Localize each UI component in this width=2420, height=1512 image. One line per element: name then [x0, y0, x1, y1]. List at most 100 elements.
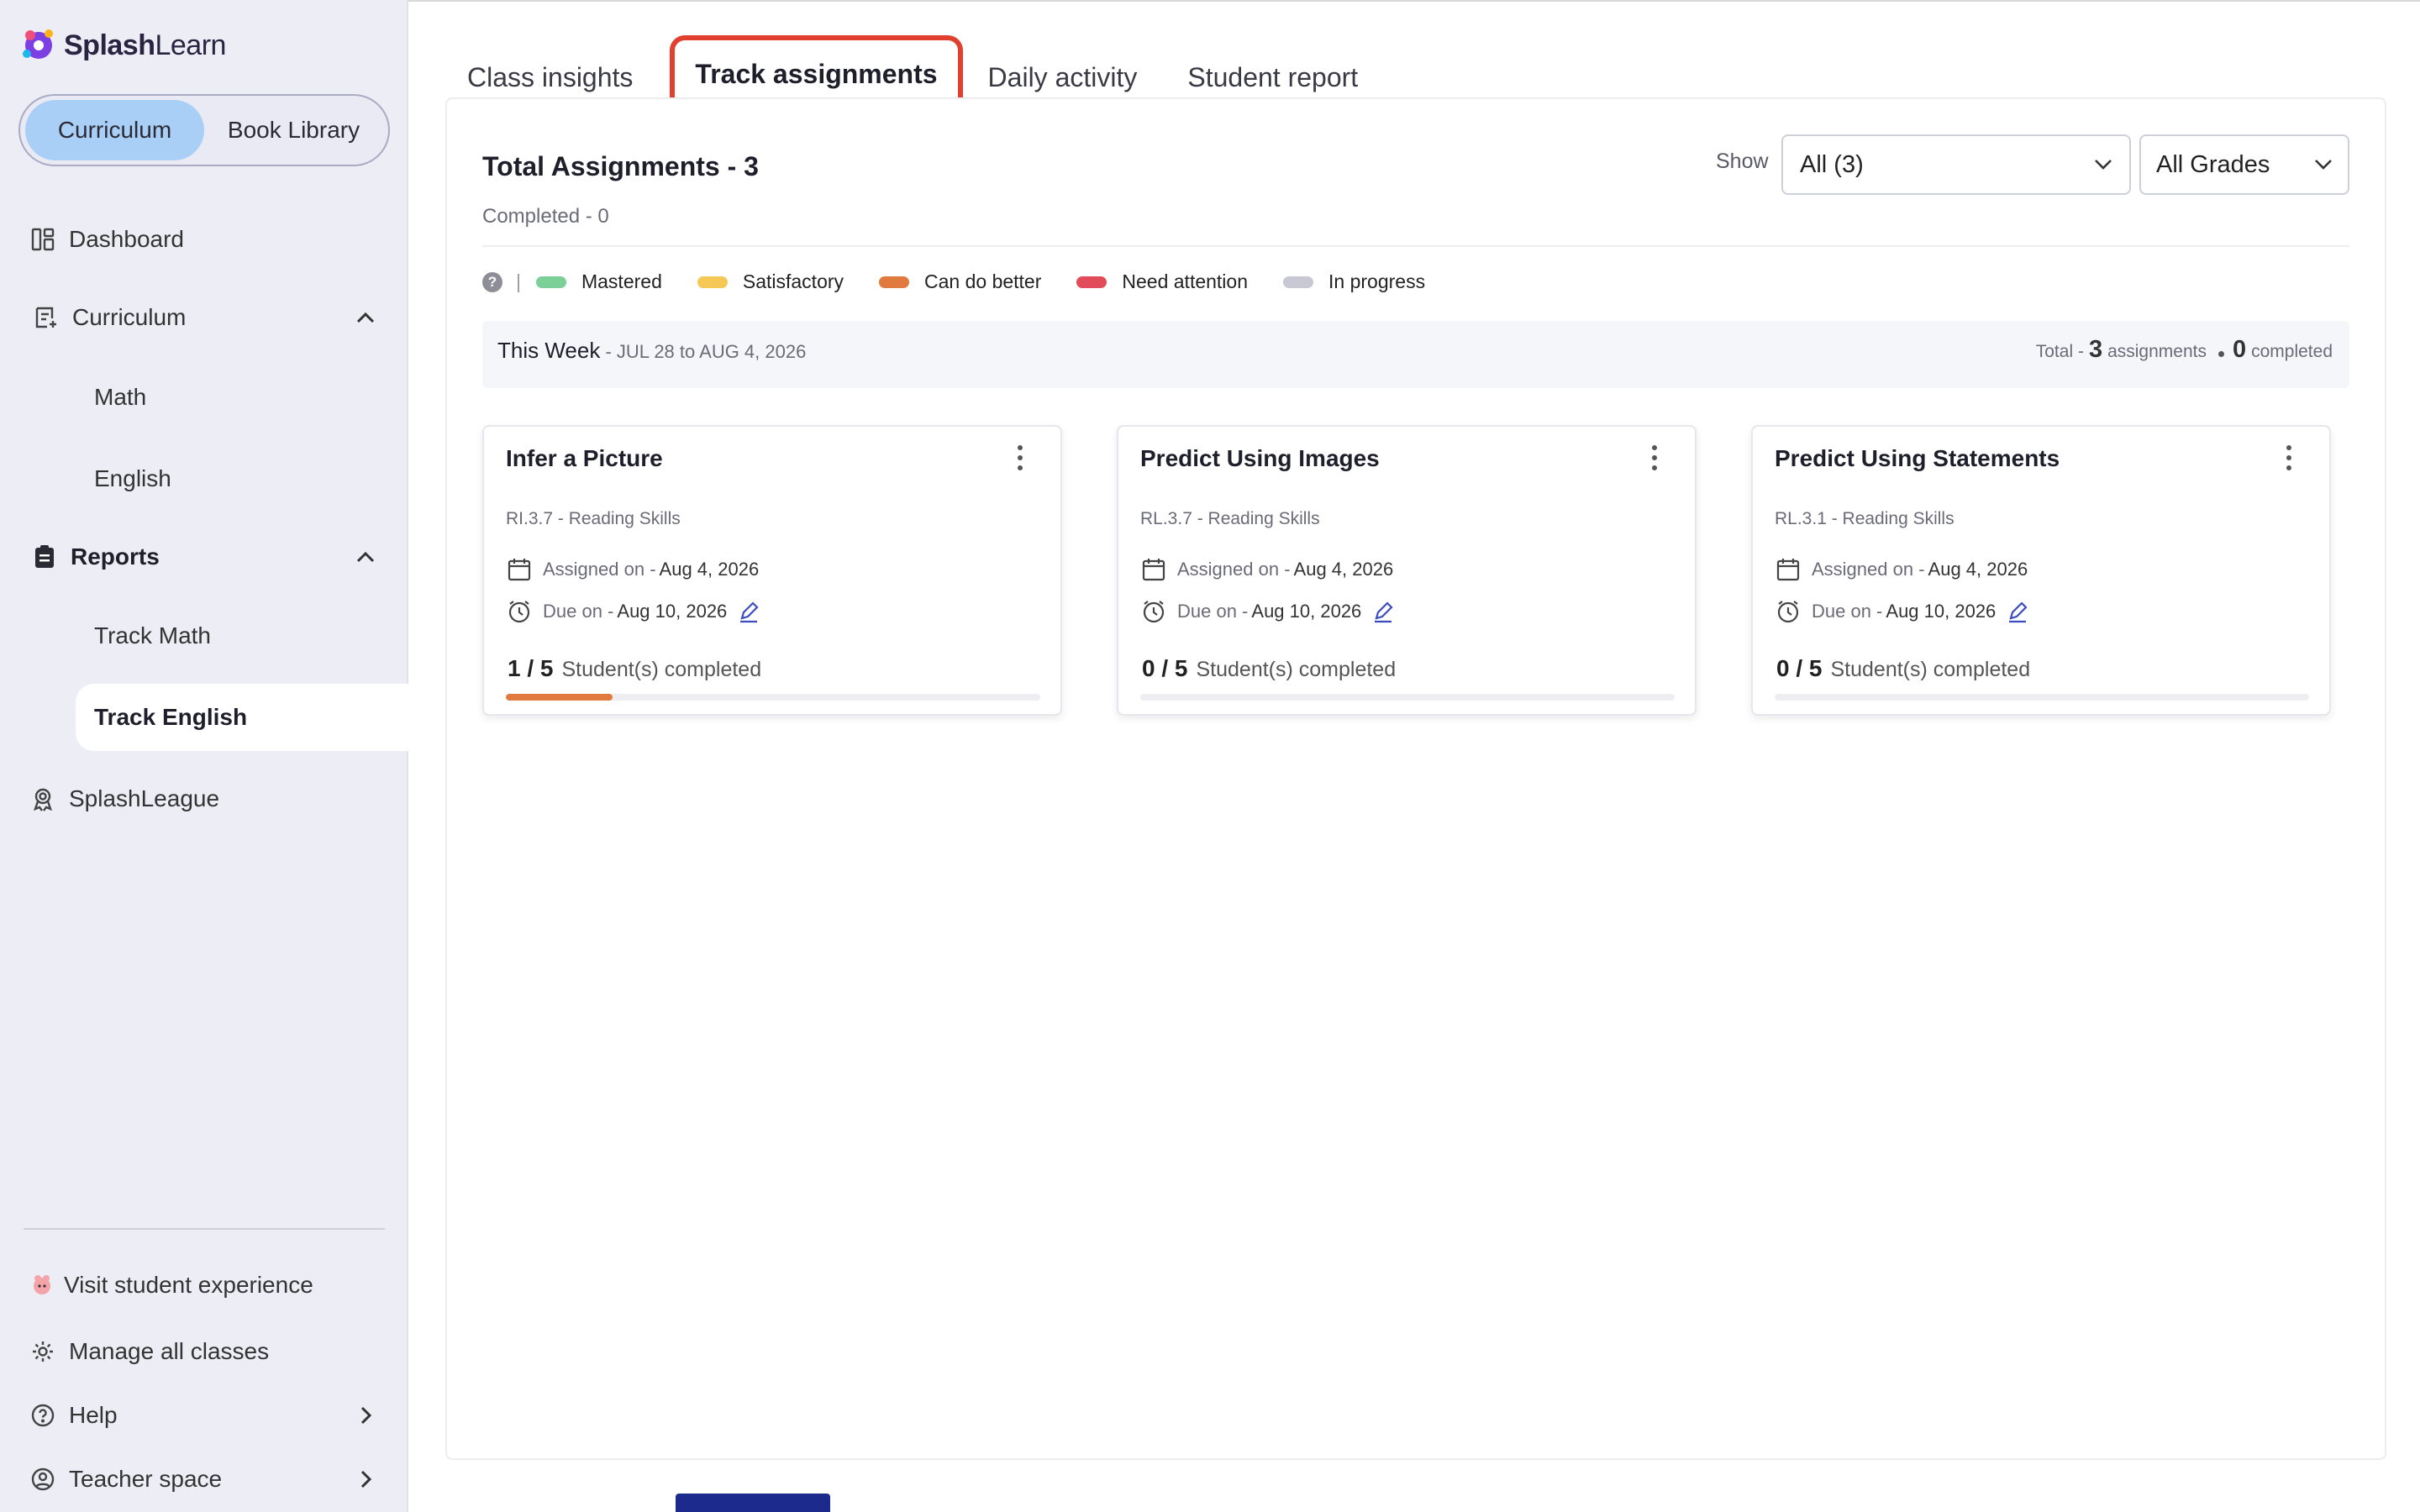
edit-pencil-icon[interactable]	[1371, 600, 1395, 623]
curriculum-toggle-button[interactable]: Curriculum	[25, 100, 204, 160]
assigned-date-row: Assigned on - Aug 4, 2026	[506, 556, 759, 583]
due-label: Due on -	[1177, 601, 1249, 622]
sidebar-item-label: Curriculum	[72, 304, 187, 330]
completion-label: Student(s) completed	[561, 658, 762, 681]
manage-all-classes-link[interactable]: Manage all classes	[29, 1331, 269, 1373]
assignment-card[interactable]: Predict Using Images RL.3.7 - Reading Sk…	[1117, 425, 1697, 716]
legend-in-progress-swatch	[1283, 276, 1314, 288]
edit-pencil-icon[interactable]	[2006, 600, 2029, 623]
completion-label: Student(s) completed	[1830, 658, 2031, 681]
alarm-clock-icon	[508, 601, 530, 623]
sidebar-item-label: Dashboard	[69, 226, 184, 252]
help-link[interactable]: Help	[29, 1394, 118, 1436]
sidebar-divider	[24, 1228, 385, 1230]
user-circle-icon	[29, 1465, 57, 1494]
due-date: Aug 10, 2026	[617, 601, 728, 622]
chevron-right-icon[interactable]	[353, 1403, 378, 1428]
completion-label: Student(s) completed	[1196, 658, 1397, 681]
completion-ratio: 0 / 5	[1142, 655, 1188, 681]
legend-can-do-better: Can do better	[924, 270, 1042, 292]
edit-pencil-icon[interactable]	[737, 600, 760, 623]
sidebar-item-english[interactable]: English	[94, 458, 171, 500]
sidebar-item-label: Reports	[71, 543, 160, 570]
chevron-down-icon	[2315, 160, 2332, 170]
due-date: Aug 10, 2026	[1886, 601, 1996, 622]
due-date: Aug 10, 2026	[1251, 601, 1362, 622]
assignment-title: Predict Using Statements	[1775, 445, 2060, 471]
legend-separator: |	[516, 270, 521, 292]
visit-student-experience-link[interactable]: Visit student experience	[30, 1264, 313, 1306]
assignment-standard: RL.3.7 - Reading Skills	[1140, 509, 1320, 528]
sidebar-item-track-english[interactable]: Track English	[76, 684, 408, 751]
assignment-title: Infer a Picture	[506, 445, 663, 471]
assigned-label: Assigned on -	[543, 559, 656, 580]
sidebar-item-label: Help	[69, 1402, 118, 1428]
assignment-card[interactable]: Predict Using Statements RL.3.1 - Readin…	[1751, 425, 2331, 716]
alarm-clock-icon	[1143, 601, 1165, 623]
teacher-space-link[interactable]: Teacher space	[29, 1458, 222, 1500]
sidebar-item-dashboard[interactable]: Dashboard	[29, 218, 184, 260]
status-filter-value: All (3)	[1800, 150, 1864, 178]
sidebar-item-reports[interactable]: Reports	[30, 536, 160, 578]
week-range: - JUL 28 to AUG 4, 2026	[600, 341, 807, 362]
sidebar-item-math[interactable]: Math	[94, 376, 146, 418]
assignment-title: Predict Using Images	[1140, 445, 1380, 471]
week-completed-count: 0	[2232, 336, 2247, 363]
help-circle-icon	[29, 1401, 57, 1430]
kidsafe-seal	[676, 1494, 830, 1512]
more-options-icon[interactable]	[1651, 445, 1658, 470]
help-icon[interactable]: ?	[482, 271, 502, 292]
tab-student-report[interactable]: Student report	[1187, 62, 1358, 93]
gear-icon	[29, 1337, 57, 1366]
tab-class-insights[interactable]: Class insights	[467, 62, 633, 93]
separator-dot	[2217, 351, 2224, 357]
assigned-date: Aug 4, 2026	[659, 559, 760, 580]
total-assignments-title: Total Assignments - 3	[482, 151, 759, 181]
completion-progress-bar	[1775, 694, 2309, 701]
completion-progress-bar	[506, 694, 1040, 701]
completion-count: 0 / 5 Student(s) completed	[1142, 655, 1396, 682]
alarm-clock-icon	[1777, 601, 1799, 623]
sidebar-item-label: Manage all classes	[69, 1338, 270, 1364]
sidebar-item-curriculum[interactable]: Curriculum	[32, 297, 186, 339]
week-title: This Week - JUL 28 to AUG 4, 2026	[497, 338, 806, 364]
status-filter-select[interactable]: All (3)	[1781, 134, 2131, 195]
sidebar-item-splashleague[interactable]: SplashLeague	[29, 778, 219, 820]
due-date-row: Due on - Aug 10, 2026	[1140, 598, 1395, 625]
legend-satisfactory: Satisfactory	[742, 270, 844, 292]
completion-ratio: 0 / 5	[1776, 655, 1823, 681]
book-library-toggle-button[interactable]: Book Library	[204, 100, 383, 160]
week-summary: Total - 3 assignments 0 completed	[2036, 336, 2333, 364]
curriculum-icon	[32, 303, 60, 332]
calendar-icon	[1776, 559, 1800, 581]
calendar-icon	[1142, 559, 1165, 581]
week-total-prefix: Total -	[2035, 342, 2084, 361]
legend-need-attention: Need attention	[1122, 270, 1249, 292]
chevron-up-icon[interactable]	[353, 544, 378, 570]
more-options-icon[interactable]	[2286, 445, 2292, 470]
sidebar-item-label: Visit student experience	[64, 1272, 313, 1298]
award-icon	[29, 785, 57, 813]
top-border	[408, 0, 2420, 2]
sidebar-item-label: SplashLeague	[69, 785, 220, 811]
assignment-card[interactable]: Infer a Picture RI.3.7 - Reading Skills …	[482, 425, 1062, 716]
splashlearn-logo[interactable]: SplashLearn	[18, 25, 226, 66]
week-header: This Week - JUL 28 to AUG 4, 2026 Total …	[482, 321, 2349, 388]
grade-filter-select[interactable]: All Grades	[2139, 134, 2349, 195]
completion-count: 0 / 5 Student(s) completed	[1776, 655, 2030, 682]
sidebar-item-track-math[interactable]: Track Math	[94, 615, 211, 657]
splashlearn-logo-icon	[23, 29, 53, 59]
week-completed-suffix: completed	[2251, 342, 2333, 361]
tab-daily-activity[interactable]: Daily activity	[988, 62, 1138, 93]
due-date-row: Due on - Aug 10, 2026	[1775, 598, 2029, 625]
week-label: This Week	[497, 338, 601, 363]
student-avatar-icon	[30, 1271, 54, 1299]
chevron-up-icon[interactable]	[353, 305, 378, 330]
chevron-right-icon[interactable]	[353, 1467, 378, 1492]
due-date-row: Due on - Aug 10, 2026	[506, 598, 760, 625]
completion-ratio: 1 / 5	[508, 655, 554, 681]
sidebar-item-label: Teacher space	[69, 1466, 223, 1492]
more-options-icon[interactable]	[1017, 445, 1023, 470]
grade-filter-value: All Grades	[2156, 150, 2270, 178]
brand-name-regular: Learn	[155, 29, 226, 61]
